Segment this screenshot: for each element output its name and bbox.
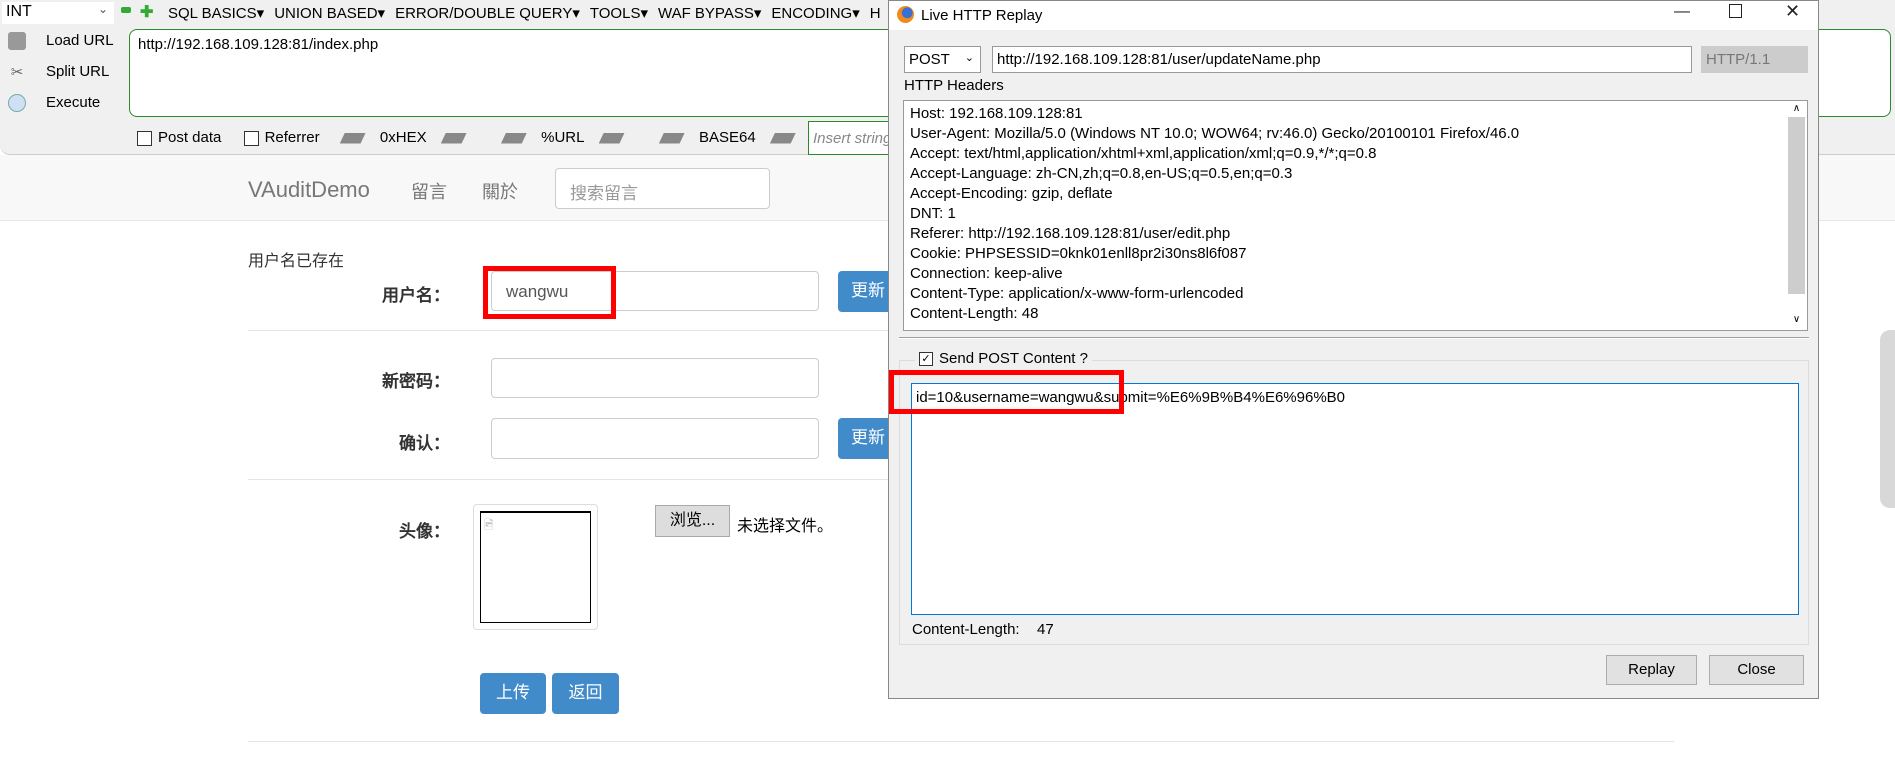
nav-about[interactable]: 關於 xyxy=(482,178,518,204)
scroll-up-icon[interactable]: ∧ xyxy=(1788,103,1805,117)
header-line: User-Agent: Mozilla/5.0 (Windows NT 10.0… xyxy=(910,125,1520,142)
scissors-icon: ✂ xyxy=(10,64,24,82)
post-data-checkbox[interactable] xyxy=(137,130,152,146)
brand-link[interactable]: VAuditDemo xyxy=(248,177,370,203)
url-encode-arrow-icon[interactable] xyxy=(598,132,625,144)
http-version-value: HTTP/1.1 xyxy=(1706,51,1771,68)
header-line: Host: 192.168.109.128:81 xyxy=(910,105,1083,122)
header-line: Accept-Language: zh-CN,zh;q=0.8,en-US;q=… xyxy=(910,165,1293,182)
menu-waf-bypass[interactable]: WAF BYPASS▾ xyxy=(658,5,761,22)
minus-icon[interactable] xyxy=(121,7,131,13)
request-url-input[interactable]: http://192.168.109.128:81/user/updateNam… xyxy=(992,46,1692,73)
nav-messages[interactable]: 留言 xyxy=(411,178,447,204)
method-value: POST xyxy=(909,51,950,68)
plus-icon[interactable]: ✚ xyxy=(140,2,153,22)
menu-encoding[interactable]: ENCODING▾ xyxy=(771,5,859,22)
referrer-checkbox[interactable] xyxy=(243,130,259,146)
menu-sql-basics[interactable]: SQL BASICS▾ xyxy=(168,5,264,22)
execute-button[interactable]: Execute xyxy=(8,94,101,113)
replay-button[interactable]: Replay xyxy=(1606,655,1697,685)
maximize-icon[interactable] xyxy=(1729,4,1742,18)
live-http-replay-window: Live HTTP Replay — ✕ POST ⌄ http://192.16… xyxy=(888,0,1819,699)
header-line: Content-Length: 48 xyxy=(910,305,1039,322)
username-label: 用户名： xyxy=(382,286,450,305)
divider xyxy=(248,741,1674,742)
split-url-label: Split URL xyxy=(46,63,110,80)
http-headers-label: HTTP Headers xyxy=(904,77,1004,94)
window-title: Live HTTP Replay xyxy=(921,7,1043,24)
menu-bar: SQL BASICS▾ UNION BASED▾ ERROR/DOUBLE QUER… xyxy=(168,4,891,22)
content-length-label: Content-Length: xyxy=(912,621,1020,638)
hex-decode-arrow-icon[interactable] xyxy=(339,132,366,144)
split-url-button[interactable]: ✂ Split URL xyxy=(8,63,110,82)
type-select-value: INT xyxy=(6,3,32,20)
referrer-label: Referrer xyxy=(264,129,320,146)
error-message: 用户名已存在 xyxy=(248,253,345,270)
search-input[interactable]: 搜索留言 xyxy=(555,168,770,209)
avatar-thumbnail: 🖻 xyxy=(473,504,598,630)
hex-encode-arrow-icon[interactable] xyxy=(440,132,467,144)
load-url-button[interactable]: Load URL xyxy=(8,32,114,51)
http-version-select: HTTP/1.1 xyxy=(1701,46,1808,73)
method-select[interactable]: POST ⌄ xyxy=(904,46,981,73)
menu-error-double-query[interactable]: ERROR/DOUBLE QUERY▾ xyxy=(395,5,580,22)
close-button[interactable]: Close xyxy=(1709,655,1804,685)
menu-union-based[interactable]: UNION BASED▾ xyxy=(274,5,385,22)
url-encode-label: %URL xyxy=(541,129,585,146)
highlight-box-username xyxy=(483,266,616,319)
send-post-label: Send POST Content ? xyxy=(939,350,1088,367)
close-icon[interactable]: ✕ xyxy=(1785,1,1800,22)
url-decode-arrow-icon[interactable] xyxy=(500,132,527,144)
hex-label: 0xHEX xyxy=(379,129,427,146)
chevron-down-icon: ⌄ xyxy=(964,52,974,64)
post-body-textarea[interactable]: id=10&username=wangwu&submit=%E6%9B%B4%E… xyxy=(911,383,1799,615)
back-button[interactable]: 返回 xyxy=(552,673,619,714)
content-length-value: 47 xyxy=(1037,621,1054,638)
header-line: Content-Type: application/x-www-form-url… xyxy=(910,285,1244,302)
header-line: Connection: keep-alive xyxy=(910,265,1063,282)
base64-decode-arrow-icon[interactable] xyxy=(658,132,685,144)
minimize-icon[interactable]: — xyxy=(1674,3,1690,21)
new-password-input[interactable] xyxy=(491,358,819,398)
confirm-label: 确认： xyxy=(399,434,450,453)
header-line: Cookie: PHPSESSID=0knk01enll8pr2i30ns8l6… xyxy=(910,245,1247,262)
confirm-password-input[interactable] xyxy=(491,418,819,459)
upload-button[interactable]: 上传 xyxy=(480,673,546,714)
highlight-box-post-body xyxy=(889,370,1124,414)
headers-textarea[interactable]: Host: 192.168.109.128:81 User-Agent: Mozi… xyxy=(903,100,1808,331)
load-url-label: Load URL xyxy=(46,32,114,49)
search-placeholder: 搜索留言 xyxy=(570,184,638,203)
insert-placeholder: Insert string xyxy=(813,130,892,147)
menu-more[interactable]: H xyxy=(870,5,881,22)
type-select[interactable]: INT ⌄ xyxy=(2,2,114,24)
load-icon xyxy=(8,32,26,51)
header-line: Accept: text/html,application/xhtml+xml,… xyxy=(910,145,1377,162)
browse-button[interactable]: 浏览... xyxy=(655,505,730,537)
side-widget[interactable] xyxy=(1880,330,1895,508)
no-file-text: 未选择文件。 xyxy=(737,518,834,535)
headers-scrollbar[interactable]: ∧ ∨ xyxy=(1788,103,1805,328)
header-line: DNT: 1 xyxy=(910,205,956,222)
url-value: http://192.168.109.128:81/index.php xyxy=(138,36,379,53)
broken-image-icon: 🖻 xyxy=(480,511,591,623)
firefox-icon xyxy=(897,6,914,23)
header-line: Referer: http://192.168.109.128:81/user/… xyxy=(910,225,1231,242)
base64-encode-arrow-icon[interactable] xyxy=(769,132,796,144)
send-post-checkbox[interactable]: ✓ xyxy=(919,352,933,367)
title-bar[interactable]: Live HTTP Replay — ✕ xyxy=(889,1,1818,30)
post-data-label: Post data xyxy=(158,129,222,146)
scroll-down-icon[interactable]: ∨ xyxy=(1788,314,1805,325)
header-line: Accept-Encoding: gzip, deflate xyxy=(910,185,1113,202)
chevron-down-icon: ⌄ xyxy=(97,2,108,16)
new-password-label: 新密码： xyxy=(382,372,450,391)
request-url-value: http://192.168.109.128:81/user/updateNam… xyxy=(997,51,1321,68)
scroll-thumb[interactable] xyxy=(1788,117,1805,294)
execute-label: Execute xyxy=(46,94,101,111)
separator xyxy=(899,337,1809,339)
menu-tools[interactable]: TOOLS▾ xyxy=(590,5,648,22)
play-icon xyxy=(8,94,26,113)
base64-label: BASE64 xyxy=(699,129,756,146)
avatar-label: 头像： xyxy=(399,522,450,541)
